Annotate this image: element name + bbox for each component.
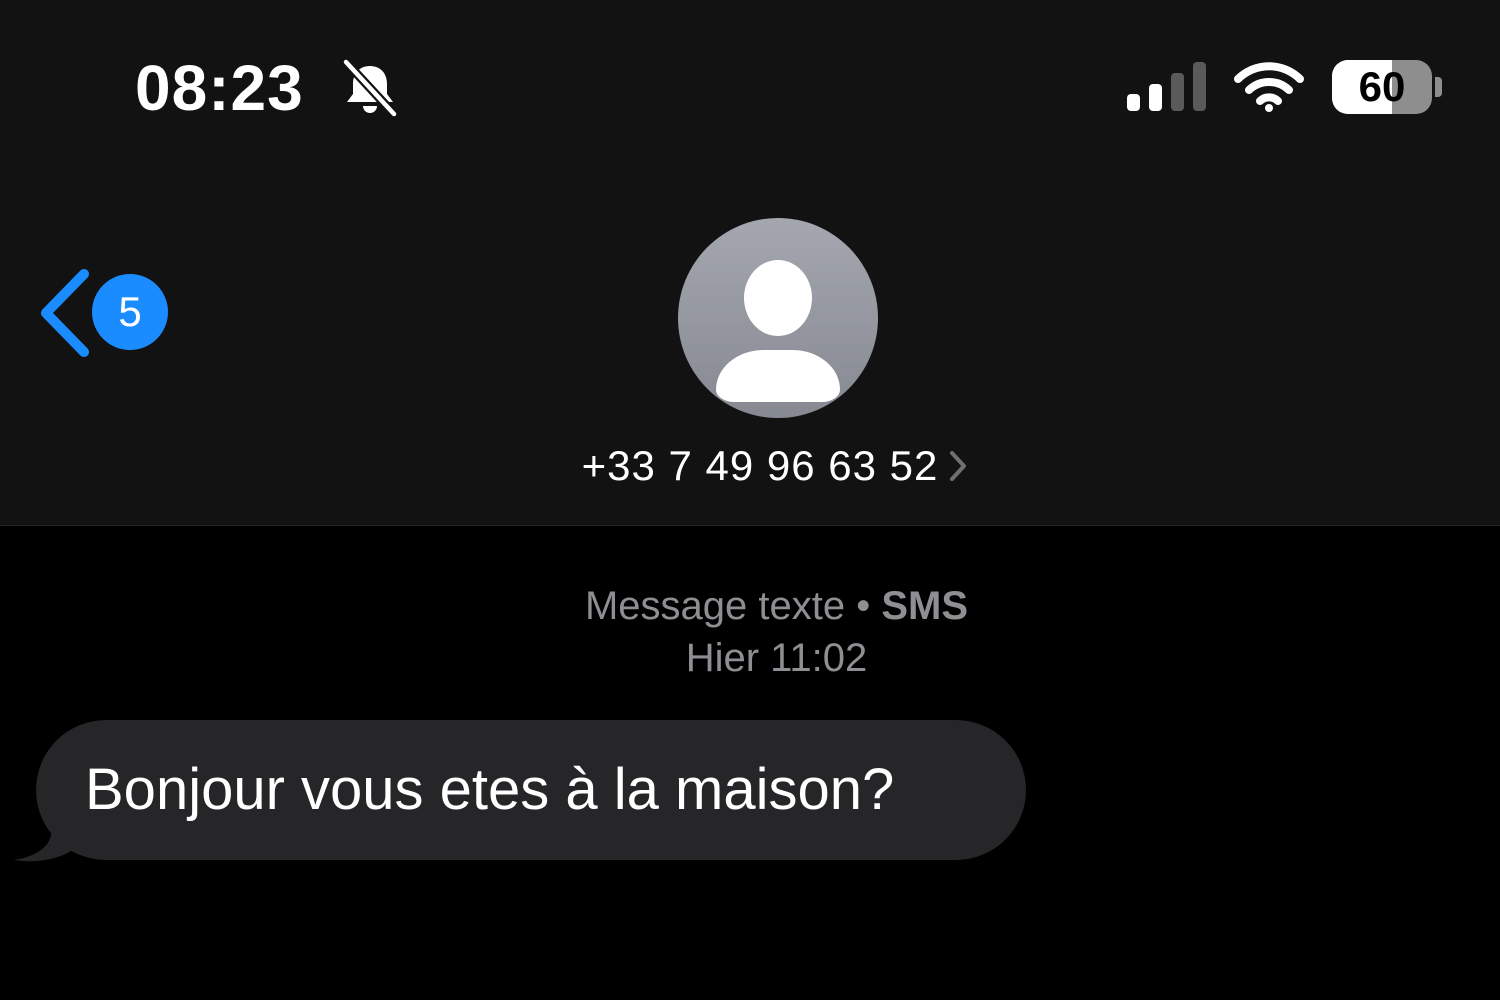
contact-avatar[interactable] bbox=[678, 218, 878, 418]
person-silhouette-body bbox=[716, 350, 840, 402]
battery-level: 60 bbox=[1358, 63, 1406, 110]
chevron-right-icon bbox=[950, 451, 967, 481]
person-silhouette-icon bbox=[744, 260, 812, 336]
contact-phone-number: +33 7 49 96 63 52 bbox=[581, 442, 939, 489]
cellular-signal-icon bbox=[1127, 62, 1206, 111]
contact-details-button[interactable]: +33 7 49 96 63 52 bbox=[540, 440, 1010, 492]
bell-slash-icon bbox=[342, 58, 398, 118]
wifi-icon bbox=[1234, 62, 1304, 112]
service-label-line: Message texte • SMS bbox=[0, 580, 1500, 632]
service-type: SMS bbox=[881, 584, 969, 628]
messages-screen: 08:23 60 5 +33 7 49 96 63 52 Message tex… bbox=[0, 0, 1500, 1000]
battery-indicator: 60 bbox=[1332, 60, 1432, 114]
back-button[interactable]: 5 bbox=[32, 262, 177, 362]
service-separator: • bbox=[856, 584, 871, 628]
message-text: Bonjour vous etes à la maison? bbox=[85, 757, 895, 822]
conversation-header: 08:23 60 5 +33 7 49 96 63 52 bbox=[0, 0, 1500, 526]
unread-count-badge: 5 bbox=[92, 274, 168, 350]
message-service-info: Message texte • SMS Hier 11:02 bbox=[0, 580, 1500, 684]
service-label: Message texte bbox=[584, 584, 846, 628]
message-timestamp: Hier 11:02 bbox=[685, 636, 868, 680]
status-time: 08:23 bbox=[135, 52, 304, 124]
battery-tip bbox=[1435, 77, 1442, 97]
chevron-left-icon bbox=[41, 269, 89, 357]
